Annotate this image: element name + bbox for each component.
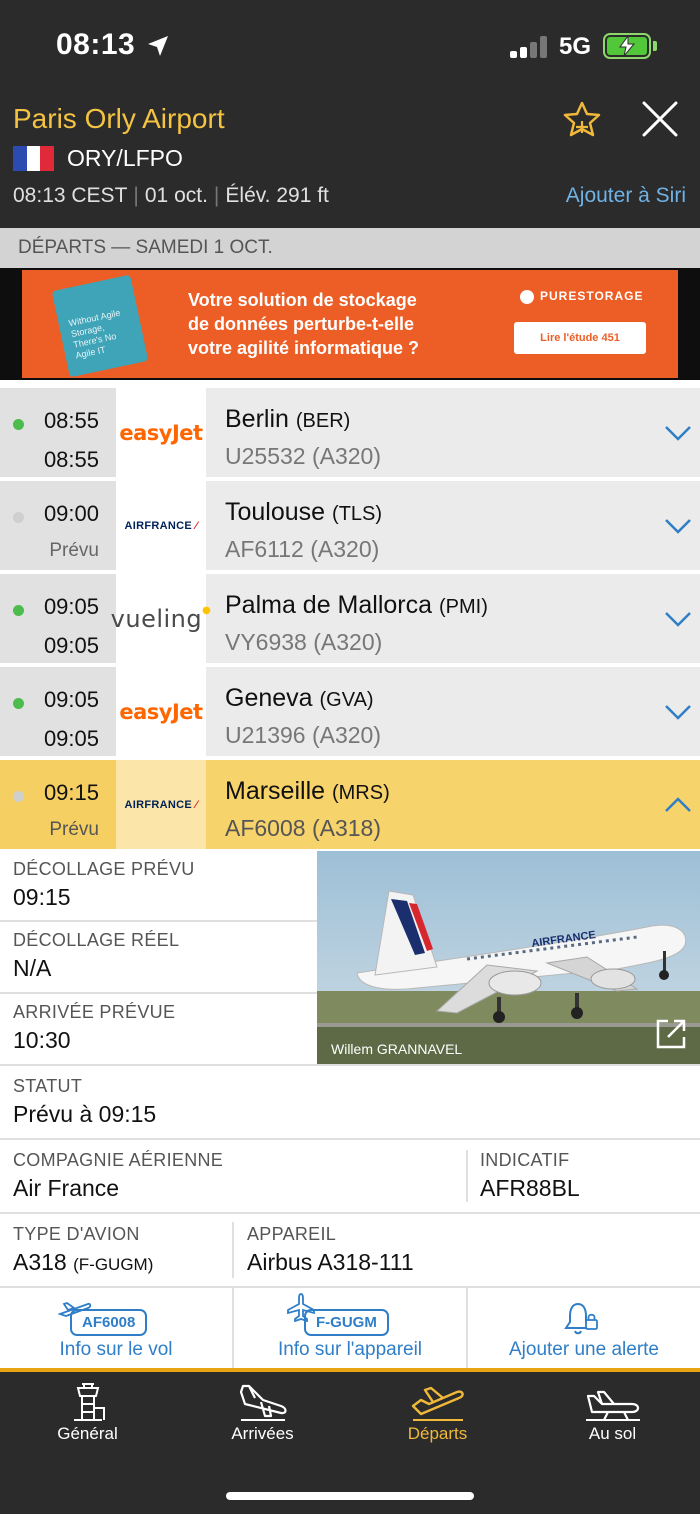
flight-row-selected[interactable]: 09:15 Prévu AIRFRANCE ⁄ Marseille (MRS) …	[0, 760, 700, 849]
estimated-time: Prévu	[49, 819, 99, 840]
estimated-time: 09:05	[43, 726, 99, 751]
estimated-time: 08:55	[43, 447, 99, 472]
elevation: Élév. 291 ft	[225, 184, 329, 207]
flight-status: STATUT Prévu à 09:15	[0, 1066, 700, 1138]
tab-on-ground[interactable]: Au sol	[525, 1372, 700, 1472]
status-dot	[13, 419, 24, 430]
flight-number: VY6938 (A320)	[225, 629, 383, 655]
ad-banner[interactable]: Without Agile Storage, There's No Agile …	[0, 268, 700, 380]
status-dot	[13, 512, 24, 523]
aircraft-model-info: APPAREIL Airbus A318-111	[234, 1214, 700, 1286]
ad-card-image: Without Agile Storage, There's No Agile …	[51, 274, 149, 378]
flight-number: U25532 (A320)	[225, 443, 381, 469]
flight-row[interactable]: 09:00 Prévu AIRFRANCE ⁄ Toulouse (TLS) A…	[0, 481, 700, 570]
tab-arrivals[interactable]: Arrivées	[175, 1372, 350, 1472]
aircraft-photo-image: AIRFRANCE	[317, 851, 700, 1065]
add-to-siri-link[interactable]: Ajouter à Siri	[566, 184, 686, 208]
location-arrow-icon	[148, 36, 168, 56]
airfrance-logo: AIRFRANCE ⁄	[124, 798, 198, 811]
airport-meta: 08:13 CEST | 01 oct. | Élév. 291 ft	[13, 184, 329, 207]
add-alert-button[interactable]: Ajouter une alerte	[468, 1288, 700, 1368]
flight-number: U21396 (A320)	[225, 722, 381, 748]
plane-takeoff-icon	[411, 1386, 464, 1421]
actual-takeoff: DÉCOLLAGE RÉEL N/A	[0, 922, 317, 992]
airport-code: ORY/LFPO	[67, 145, 183, 171]
vueling-logo: vueling●	[110, 604, 212, 633]
chevron-down-icon[interactable]	[664, 424, 692, 442]
status-bar: 08:13 5G	[0, 0, 700, 95]
flight-row[interactable]: 08:55 08:55 easyJet Berlin (BER) U25532 …	[0, 388, 700, 477]
star-icon[interactable]	[562, 97, 602, 141]
status-dot	[13, 605, 24, 616]
scheduled-arrival: ARRIVÉE PRÉVUE 10:30	[0, 994, 317, 1064]
photo-credit: Willem GRANNAVEL	[331, 1041, 463, 1057]
ad-text: Votre solution de stockage de données pe…	[188, 290, 420, 358]
destination: Geneva (GVA)	[225, 684, 374, 712]
scheduled-time: 09:05	[43, 687, 99, 712]
scheduled-time: 09:00	[43, 501, 99, 526]
scheduled-time: 08:55	[43, 408, 99, 433]
scheduled-time: 09:05	[43, 594, 99, 619]
registration-badge: F-GUGM	[304, 1309, 389, 1336]
easyjet-logo: easyJet	[119, 420, 203, 445]
signal-icon	[510, 36, 548, 58]
estimated-time: 09:05	[43, 633, 99, 658]
local-time: 08:13 CEST	[13, 184, 128, 207]
flight-number: AF6112 (A320)	[225, 536, 380, 562]
home-indicator	[226, 1492, 474, 1500]
airport-header: Paris Orly Airport ORY/LFPO 08:13 CEST | 0…	[0, 95, 700, 228]
flight-badge: AF6008	[70, 1309, 148, 1336]
chevron-down-icon[interactable]	[664, 703, 692, 721]
tab-general[interactable]: Général	[0, 1372, 175, 1472]
france-flag-icon	[13, 146, 55, 171]
local-date: 01 oct.	[144, 184, 208, 207]
scheduled-takeoff: DÉCOLLAGE PRÉVU 09:15	[0, 851, 317, 921]
easyjet-logo: easyJet	[119, 699, 203, 724]
flight-row[interactable]: 09:05 09:05 easyJet Geneva (GVA) U21396 …	[0, 667, 700, 756]
ad-brand-logo: PURESTORAGE	[520, 289, 643, 304]
tab-departures[interactable]: Départs	[350, 1372, 525, 1472]
chevron-down-icon[interactable]	[664, 517, 692, 535]
airline-info: COMPAGNIE AÉRIENNE Air France	[0, 1140, 466, 1212]
aircraft-info-button[interactable]: F-GUGM Info sur l'appareil	[234, 1288, 466, 1368]
bell-lock-icon	[564, 1302, 598, 1335]
destination: Toulouse (TLS)	[225, 498, 383, 526]
destination: Palma de Mallorca (PMI)	[225, 591, 488, 619]
plane-ground-icon	[585, 1390, 640, 1421]
close-icon[interactable]	[640, 97, 680, 141]
action-bar: AF6008 Info sur le vol F-GUGM Info sur l…	[0, 1288, 700, 1368]
estimated-time: Prévu	[49, 540, 99, 561]
status-time: 08:13	[56, 28, 136, 61]
control-tower-icon	[73, 1383, 105, 1421]
flight-info-button[interactable]: AF6008 Info sur le vol	[0, 1288, 232, 1368]
chevron-down-icon[interactable]	[664, 610, 692, 628]
airport-name: Paris Orly Airport	[13, 103, 225, 134]
section-header: DÉPARTS — SAMEDI 1 OCT.	[0, 228, 700, 268]
scheduled-time: 09:15	[43, 780, 99, 805]
plane-landing-icon	[239, 1384, 287, 1421]
aircraft-type-info: TYPE D'AVION A318 (F-GUGM)	[0, 1214, 232, 1286]
network-type: 5G	[559, 33, 592, 60]
aircraft-photo[interactable]: AIRFRANCE Willem GRANNAVEL	[317, 851, 700, 1065]
destination: Berlin (BER)	[225, 405, 351, 433]
flight-row[interactable]: 09:05 09:05 vueling● Palma de Mallorca (…	[0, 574, 700, 663]
ad-cta-button[interactable]: Lire l'étude 451	[514, 322, 646, 354]
airfrance-logo: AIRFRANCE ⁄	[124, 519, 198, 532]
flight-list: 08:55 08:55 easyJet Berlin (BER) U25532 …	[0, 380, 700, 851]
chevron-up-icon[interactable]	[664, 796, 692, 814]
status-dot	[13, 791, 24, 802]
status-dot	[13, 698, 24, 709]
expand-icon[interactable]	[654, 1017, 688, 1051]
callsign-info: INDICATIF AFR88BL	[468, 1140, 700, 1212]
flight-number: AF6008 (A318)	[225, 815, 381, 841]
battery-icon	[603, 33, 651, 59]
destination: Marseille (MRS)	[225, 777, 390, 805]
